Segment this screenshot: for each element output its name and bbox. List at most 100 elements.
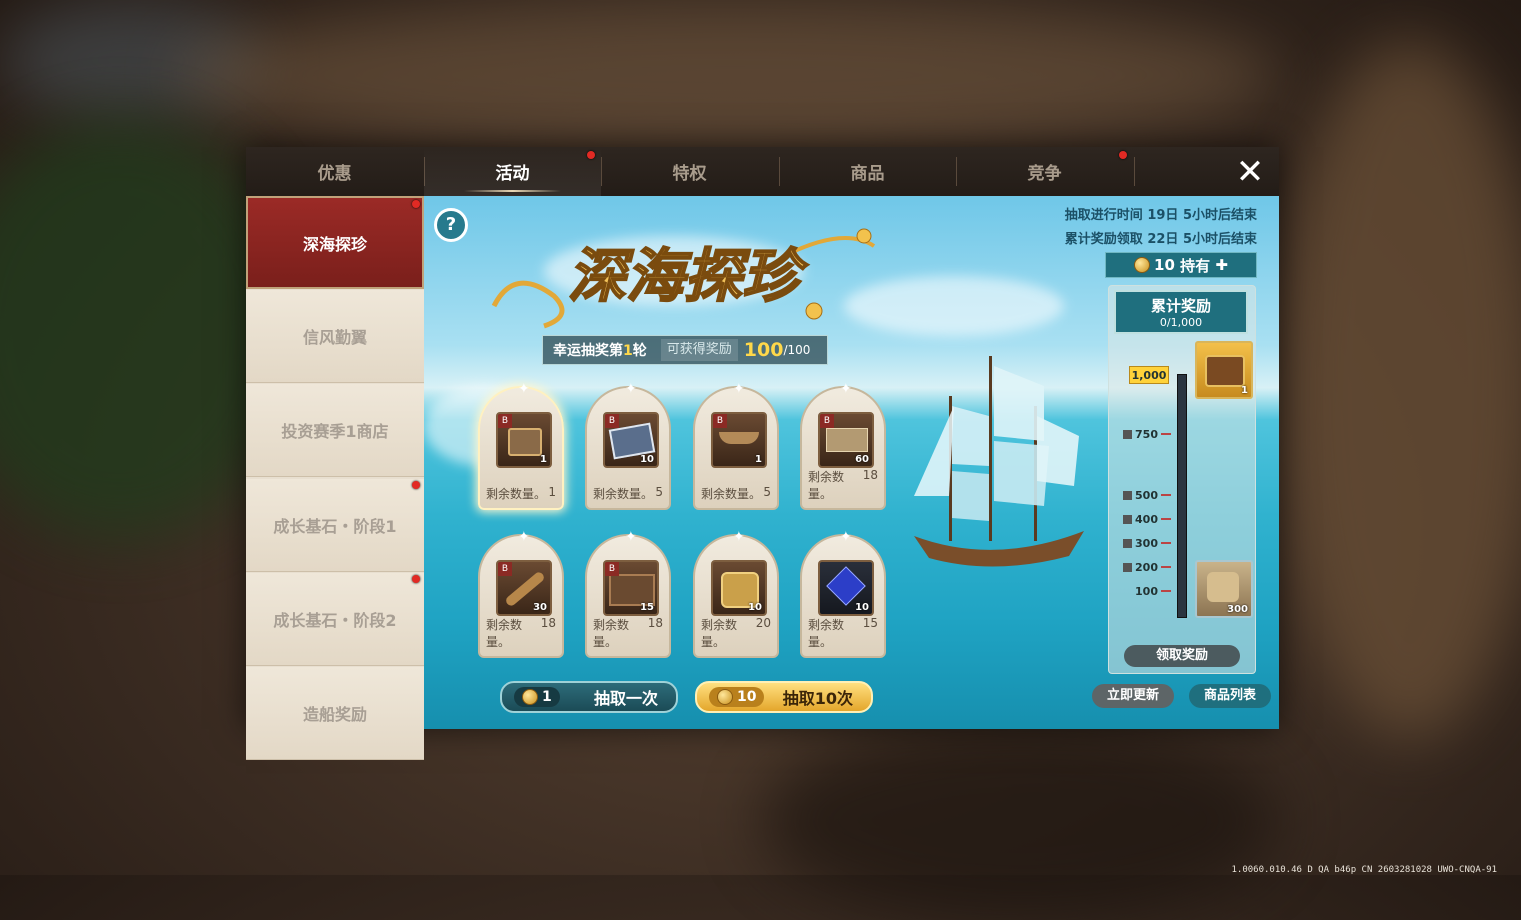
notification-dot	[412, 200, 420, 208]
sparkle-icon: ✦	[518, 529, 530, 545]
scroll-icon: 10	[711, 560, 767, 616]
round-number: 1	[623, 343, 633, 359]
tab-label: 特权	[672, 164, 707, 184]
remaining-count: 5	[763, 485, 771, 499]
notification-dot	[587, 151, 595, 159]
prize-card[interactable]: ✦ B 30 剩余数量。 18	[478, 529, 564, 658]
round-suffix: 轮	[632, 343, 647, 359]
sidebar-item-invest-shop[interactable]: 投资赛季1商店	[246, 384, 424, 477]
held-count: 10	[1154, 256, 1175, 274]
accumulate-header: 累计奖励 0/1,000	[1114, 290, 1248, 334]
remaining-count: 15	[862, 616, 878, 630]
item-count: 15	[640, 602, 654, 613]
item-count: 10	[748, 602, 762, 613]
treasure-chest-icon[interactable]: 1	[1195, 341, 1253, 399]
tab-divider	[1134, 157, 1135, 186]
accumulate-title: 累计奖励	[1150, 297, 1211, 315]
remaining-count: 20	[755, 616, 771, 630]
tab-offers[interactable]: 优惠	[246, 147, 423, 196]
sidebar-item-label: 成长基石・阶段1	[273, 517, 397, 536]
build-version: 1.0060.010.46 D QA b46p CN 2603281028 UW…	[1231, 865, 1497, 875]
claim-reward-button[interactable]: 领取奖励	[1124, 645, 1240, 667]
tab-goods[interactable]: 商品	[779, 147, 956, 196]
sparkle-icon: ✦	[840, 529, 852, 545]
draw-cost: 1	[542, 689, 552, 705]
milestone-value: 400	[1135, 512, 1158, 526]
claim-timer: 累计奖励领取 22日 5小时后结束	[1064, 232, 1257, 247]
item-list-button[interactable]: 商品列表	[1189, 684, 1271, 708]
held-coins: 10 持有 ✚	[1105, 252, 1257, 278]
tab-events[interactable]: 活动	[424, 147, 601, 196]
tab-competition[interactable]: 竞争	[956, 147, 1133, 196]
sparkle-icon: ✦	[518, 381, 530, 397]
milestone: 750	[1115, 426, 1171, 442]
milestone: 500	[1115, 487, 1171, 503]
item-count: 10	[640, 454, 654, 465]
sparkle-icon: ✦	[625, 381, 637, 397]
material-icon[interactable]: 300	[1195, 560, 1253, 618]
sidebar-item-deep-sea[interactable]: 深海探珍	[246, 196, 424, 289]
sidebar-item-label: 深海探珍	[302, 234, 367, 254]
remaining-count: 18	[540, 616, 556, 630]
add-coin-icon[interactable]: ✚	[1215, 256, 1228, 274]
prize-card[interactable]: ✦ B1 剩余数量。 1	[478, 381, 564, 510]
remaining-label: 剩余数量。	[701, 487, 762, 501]
notification-dot	[1119, 151, 1127, 159]
draw-cost: 10	[737, 689, 757, 705]
prize-card[interactable]: ✦ B 15 剩余数量。 18	[585, 529, 671, 658]
coin-icon	[1134, 257, 1151, 273]
sidebar-item-trade-wind[interactable]: 信风勤翼	[246, 290, 424, 383]
draw-once-button[interactable]: 1 抽取一次	[500, 681, 678, 713]
accumulate-reward-panel: 累计奖励 0/1,000 1,000 750 500 400 300 200 1…	[1108, 285, 1256, 674]
remaining-count: 18	[647, 616, 663, 630]
notification-dot	[412, 575, 420, 583]
event-modal: 优惠 活动 特权 商品 竞争 ✕ 深海探珍 信风勤翼 投资赛季1商店 成长基石・…	[246, 147, 1279, 760]
prize-card[interactable]: ✦ B 10 剩余数量。 5	[585, 381, 671, 510]
tab-label: 竞争	[1027, 164, 1062, 184]
tab-privileges[interactable]: 特权	[601, 147, 778, 196]
sidebar-item-growth-2[interactable]: 成长基石・阶段2	[246, 573, 424, 666]
event-logo: 深海探珍	[491, 228, 876, 329]
refresh-button[interactable]: 立即更新	[1092, 684, 1174, 708]
remaining-label: 剩余数量。	[486, 487, 547, 501]
remaining-count: 18	[862, 468, 878, 482]
telescope-icon: B 30	[496, 560, 552, 616]
accumulate-progress: 0/1,000	[1159, 316, 1203, 329]
tab-label: 商品	[850, 164, 885, 184]
sidebar-item-growth-1[interactable]: 成长基石・阶段1	[246, 479, 424, 572]
help-button[interactable]: ?	[434, 208, 468, 242]
remaining-label: 剩余数量。	[486, 618, 523, 649]
milestone: 200	[1115, 559, 1171, 575]
sidebar-item-label: 信风勤翼	[302, 328, 367, 347]
tab-label: 活动	[495, 164, 530, 184]
ship-part-icon: B1	[711, 412, 767, 468]
remaining-label: 剩余数量。	[808, 618, 845, 649]
sidebar-item-shipbuilding[interactable]: 造船奖励	[246, 667, 424, 760]
sapphire-icon: 10	[818, 560, 874, 616]
sparkle-icon: ✦	[625, 529, 637, 545]
reward-caption: 可获得奖励	[660, 339, 738, 361]
draw-label: 抽取10次	[782, 689, 853, 708]
milestone: 400	[1115, 511, 1171, 527]
remaining-count: 1	[548, 485, 556, 499]
draw-ten-button[interactable]: 10 抽取10次	[695, 681, 873, 713]
draw-timer: 抽取进行时间 19日 5小时后结束	[1064, 208, 1257, 223]
prize-card[interactable]: ✦ B 60 剩余数量。 18	[800, 381, 886, 510]
item-count: 60	[855, 454, 869, 465]
milestone-top: 1,000	[1129, 366, 1169, 384]
background-shelf	[1280, 40, 1521, 740]
coin-icon	[717, 689, 733, 705]
reward-value: 100	[743, 339, 784, 361]
remaining-label: 剩余数量。	[701, 618, 738, 649]
sparkle-icon: ✦	[733, 529, 745, 545]
prize-card[interactable]: ✦ B1 剩余数量。 5	[693, 381, 779, 510]
milestone-value: 200	[1135, 560, 1158, 574]
gift-icon	[1123, 514, 1133, 524]
prize-card[interactable]: ✦ 10 剩余数量。 15	[800, 529, 886, 658]
remaining-count: 5	[655, 485, 663, 499]
background-blur	[180, 0, 1280, 150]
close-icon[interactable]: ✕	[1233, 155, 1267, 189]
prize-card[interactable]: ✦ 10 剩余数量。 20	[693, 529, 779, 658]
remaining-label: 剩余数量。	[593, 487, 654, 501]
milestone-value: 300	[1135, 536, 1158, 550]
